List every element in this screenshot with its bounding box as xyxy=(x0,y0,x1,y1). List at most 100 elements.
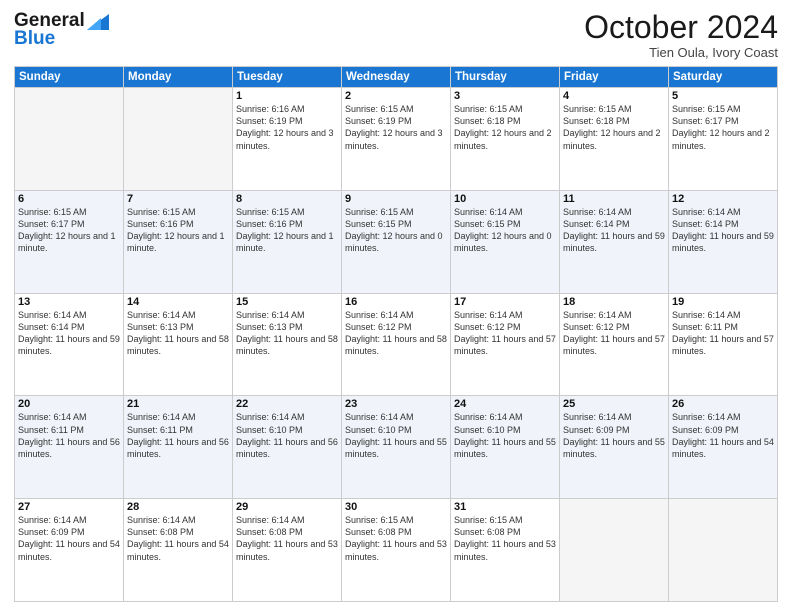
day-number: 12 xyxy=(672,193,774,205)
day-detail: Sunrise: 6:15 AMSunset: 6:08 PMDaylight:… xyxy=(454,514,556,563)
day-number: 30 xyxy=(345,501,447,513)
table-row: 11Sunrise: 6:14 AMSunset: 6:14 PMDayligh… xyxy=(560,190,669,293)
day-number: 28 xyxy=(127,501,229,513)
calendar-week-row: 13Sunrise: 6:14 AMSunset: 6:14 PMDayligh… xyxy=(15,293,778,396)
table-row: 24Sunrise: 6:14 AMSunset: 6:10 PMDayligh… xyxy=(451,396,560,499)
table-row: 8Sunrise: 6:15 AMSunset: 6:16 PMDaylight… xyxy=(233,190,342,293)
day-detail: Sunrise: 6:14 AMSunset: 6:14 PMDaylight:… xyxy=(672,206,774,255)
calendar-week-row: 6Sunrise: 6:15 AMSunset: 6:17 PMDaylight… xyxy=(15,190,778,293)
day-detail: Sunrise: 6:14 AMSunset: 6:14 PMDaylight:… xyxy=(18,309,120,358)
table-row: 25Sunrise: 6:14 AMSunset: 6:09 PMDayligh… xyxy=(560,396,669,499)
day-detail: Sunrise: 6:14 AMSunset: 6:08 PMDaylight:… xyxy=(236,514,338,563)
day-detail: Sunrise: 6:14 AMSunset: 6:12 PMDaylight:… xyxy=(563,309,665,358)
day-number: 2 xyxy=(345,90,447,102)
table-row: 29Sunrise: 6:14 AMSunset: 6:08 PMDayligh… xyxy=(233,499,342,602)
table-row: 5Sunrise: 6:15 AMSunset: 6:17 PMDaylight… xyxy=(669,88,778,191)
day-detail: Sunrise: 6:14 AMSunset: 6:15 PMDaylight:… xyxy=(454,206,556,255)
day-detail: Sunrise: 6:15 AMSunset: 6:19 PMDaylight:… xyxy=(345,103,447,152)
day-detail: Sunrise: 6:15 AMSunset: 6:18 PMDaylight:… xyxy=(563,103,665,152)
month-title: October 2024 xyxy=(584,10,778,45)
logo-blue: Blue xyxy=(14,28,55,50)
day-detail: Sunrise: 6:16 AMSunset: 6:19 PMDaylight:… xyxy=(236,103,338,152)
day-detail: Sunrise: 6:15 AMSunset: 6:15 PMDaylight:… xyxy=(345,206,447,255)
day-number: 18 xyxy=(563,296,665,308)
day-detail: Sunrise: 6:14 AMSunset: 6:11 PMDaylight:… xyxy=(127,411,229,460)
day-detail: Sunrise: 6:14 AMSunset: 6:10 PMDaylight:… xyxy=(345,411,447,460)
calendar-week-row: 27Sunrise: 6:14 AMSunset: 6:09 PMDayligh… xyxy=(15,499,778,602)
day-detail: Sunrise: 6:15 AMSunset: 6:17 PMDaylight:… xyxy=(672,103,774,152)
calendar-week-row: 1Sunrise: 6:16 AMSunset: 6:19 PMDaylight… xyxy=(15,88,778,191)
day-number: 13 xyxy=(18,296,120,308)
day-number: 1 xyxy=(236,90,338,102)
table-row: 17Sunrise: 6:14 AMSunset: 6:12 PMDayligh… xyxy=(451,293,560,396)
day-number: 21 xyxy=(127,398,229,410)
table-row: 19Sunrise: 6:14 AMSunset: 6:11 PMDayligh… xyxy=(669,293,778,396)
day-detail: Sunrise: 6:14 AMSunset: 6:10 PMDaylight:… xyxy=(454,411,556,460)
day-detail: Sunrise: 6:14 AMSunset: 6:09 PMDaylight:… xyxy=(563,411,665,460)
table-row: 10Sunrise: 6:14 AMSunset: 6:15 PMDayligh… xyxy=(451,190,560,293)
page: General Blue October 2024 Tien Oula, Ivo… xyxy=(0,0,792,612)
table-row: 15Sunrise: 6:14 AMSunset: 6:13 PMDayligh… xyxy=(233,293,342,396)
day-number: 15 xyxy=(236,296,338,308)
calendar-week-row: 20Sunrise: 6:14 AMSunset: 6:11 PMDayligh… xyxy=(15,396,778,499)
day-number: 14 xyxy=(127,296,229,308)
table-row: 3Sunrise: 6:15 AMSunset: 6:18 PMDaylight… xyxy=(451,88,560,191)
table-row: 13Sunrise: 6:14 AMSunset: 6:14 PMDayligh… xyxy=(15,293,124,396)
day-number: 29 xyxy=(236,501,338,513)
table-row: 30Sunrise: 6:15 AMSunset: 6:08 PMDayligh… xyxy=(342,499,451,602)
day-detail: Sunrise: 6:14 AMSunset: 6:13 PMDaylight:… xyxy=(127,309,229,358)
calendar-table: Sunday Monday Tuesday Wednesday Thursday… xyxy=(14,66,778,602)
day-detail: Sunrise: 6:15 AMSunset: 6:16 PMDaylight:… xyxy=(127,206,229,255)
day-number: 3 xyxy=(454,90,556,102)
day-number: 11 xyxy=(563,193,665,205)
day-detail: Sunrise: 6:14 AMSunset: 6:13 PMDaylight:… xyxy=(236,309,338,358)
col-wednesday: Wednesday xyxy=(342,67,451,88)
day-number: 26 xyxy=(672,398,774,410)
table-row: 14Sunrise: 6:14 AMSunset: 6:13 PMDayligh… xyxy=(124,293,233,396)
col-sunday: Sunday xyxy=(15,67,124,88)
table-row xyxy=(560,499,669,602)
day-detail: Sunrise: 6:15 AMSunset: 6:08 PMDaylight:… xyxy=(345,514,447,563)
day-number: 16 xyxy=(345,296,447,308)
day-number: 4 xyxy=(563,90,665,102)
day-number: 9 xyxy=(345,193,447,205)
day-number: 6 xyxy=(18,193,120,205)
col-saturday: Saturday xyxy=(669,67,778,88)
table-row: 22Sunrise: 6:14 AMSunset: 6:10 PMDayligh… xyxy=(233,396,342,499)
day-detail: Sunrise: 6:14 AMSunset: 6:11 PMDaylight:… xyxy=(18,411,120,460)
table-row: 31Sunrise: 6:15 AMSunset: 6:08 PMDayligh… xyxy=(451,499,560,602)
day-number: 7 xyxy=(127,193,229,205)
day-detail: Sunrise: 6:14 AMSunset: 6:08 PMDaylight:… xyxy=(127,514,229,563)
table-row: 27Sunrise: 6:14 AMSunset: 6:09 PMDayligh… xyxy=(15,499,124,602)
table-row: 9Sunrise: 6:15 AMSunset: 6:15 PMDaylight… xyxy=(342,190,451,293)
table-row xyxy=(124,88,233,191)
table-row xyxy=(15,88,124,191)
table-row: 21Sunrise: 6:14 AMSunset: 6:11 PMDayligh… xyxy=(124,396,233,499)
table-row: 2Sunrise: 6:15 AMSunset: 6:19 PMDaylight… xyxy=(342,88,451,191)
day-detail: Sunrise: 6:14 AMSunset: 6:11 PMDaylight:… xyxy=(672,309,774,358)
day-number: 17 xyxy=(454,296,556,308)
day-detail: Sunrise: 6:14 AMSunset: 6:12 PMDaylight:… xyxy=(345,309,447,358)
day-detail: Sunrise: 6:15 AMSunset: 6:16 PMDaylight:… xyxy=(236,206,338,255)
col-monday: Monday xyxy=(124,67,233,88)
table-row: 7Sunrise: 6:15 AMSunset: 6:16 PMDaylight… xyxy=(124,190,233,293)
table-row: 18Sunrise: 6:14 AMSunset: 6:12 PMDayligh… xyxy=(560,293,669,396)
calendar-header-row: Sunday Monday Tuesday Wednesday Thursday… xyxy=(15,67,778,88)
day-number: 10 xyxy=(454,193,556,205)
day-detail: Sunrise: 6:14 AMSunset: 6:14 PMDaylight:… xyxy=(563,206,665,255)
table-row: 4Sunrise: 6:15 AMSunset: 6:18 PMDaylight… xyxy=(560,88,669,191)
day-number: 8 xyxy=(236,193,338,205)
table-row: 26Sunrise: 6:14 AMSunset: 6:09 PMDayligh… xyxy=(669,396,778,499)
day-detail: Sunrise: 6:15 AMSunset: 6:17 PMDaylight:… xyxy=(18,206,120,255)
day-number: 5 xyxy=(672,90,774,102)
day-detail: Sunrise: 6:15 AMSunset: 6:18 PMDaylight:… xyxy=(454,103,556,152)
logo-icon xyxy=(87,14,109,30)
table-row: 23Sunrise: 6:14 AMSunset: 6:10 PMDayligh… xyxy=(342,396,451,499)
col-friday: Friday xyxy=(560,67,669,88)
day-number: 23 xyxy=(345,398,447,410)
table-row: 16Sunrise: 6:14 AMSunset: 6:12 PMDayligh… xyxy=(342,293,451,396)
table-row: 1Sunrise: 6:16 AMSunset: 6:19 PMDaylight… xyxy=(233,88,342,191)
day-number: 22 xyxy=(236,398,338,410)
day-detail: Sunrise: 6:14 AMSunset: 6:09 PMDaylight:… xyxy=(18,514,120,563)
logo: General Blue xyxy=(14,10,109,50)
